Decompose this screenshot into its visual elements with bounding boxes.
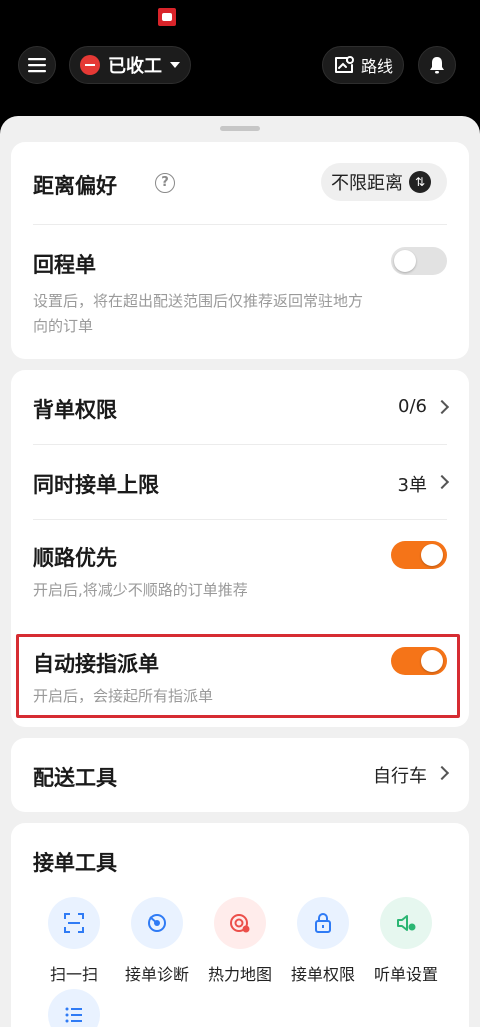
- settings-sheet: 距离偏好 ? 不限距离 ⇅ 回程单 设置后，将在超出配送范围后仅推荐返回常驻地方…: [0, 116, 480, 1027]
- route-priority-row: 顺路优先 开启后,将减少不顺路的订单推荐: [33, 520, 447, 624]
- distance-preference-selector[interactable]: 不限距离 ⇅: [321, 163, 447, 201]
- chevron-right-icon: [434, 399, 450, 415]
- list-icon: [48, 989, 100, 1027]
- notification-button[interactable]: [418, 46, 456, 84]
- delivery-tool-value: 自行车: [373, 766, 427, 787]
- tool-diagnosis[interactable]: 接单诊断: [117, 897, 197, 985]
- top-bar: 已收工 路线: [0, 0, 480, 118]
- return-order-row: 回程单 设置后，将在超出配送范围后仅推荐返回常驻地方 向的订单: [33, 225, 447, 359]
- max-concurrent-orders-title: 同时接单上限: [33, 473, 159, 497]
- toggle-knob: [421, 544, 443, 566]
- chevron-right-icon: [434, 474, 450, 490]
- tool-label: 听单设置: [373, 965, 438, 984]
- route-priority-toggle[interactable]: [391, 541, 447, 569]
- return-order-description-line1: 设置后，将在超出配送范围后仅推荐返回常驻地方: [33, 292, 364, 310]
- return-order-description-line2: 向的订单: [33, 317, 94, 335]
- tool-label: 热力地图: [207, 965, 272, 984]
- dropdown-arrow-icon: [170, 62, 180, 68]
- menu-button[interactable]: [18, 46, 56, 84]
- tool-listen-settings[interactable]: 听单设置: [366, 897, 446, 985]
- return-order-toggle[interactable]: [391, 247, 447, 275]
- chevron-right-icon: [434, 765, 450, 781]
- help-icon[interactable]: ?: [155, 173, 175, 193]
- delivery-tool-card: 配送工具 自行车: [11, 738, 469, 812]
- menu-icon: [28, 58, 46, 73]
- route-priority-title: 顺路优先: [33, 546, 117, 570]
- tool-label: 接单权限: [290, 965, 355, 984]
- scan-icon: [48, 897, 100, 949]
- sheet-drag-handle[interactable]: [220, 126, 260, 131]
- distance-preference-title: 距离偏好: [33, 174, 117, 198]
- order-tools-card: 接单工具 扫一扫 接单诊断 热力地图 接单权限 听单设置: [11, 823, 469, 1027]
- listen-settings-icon: [380, 897, 432, 949]
- lock-icon: [297, 897, 349, 949]
- diagnosis-icon: [131, 897, 183, 949]
- tool-heatmap[interactable]: 热力地图: [200, 897, 280, 985]
- delivery-tool-row[interactable]: 配送工具 自行车: [33, 738, 450, 812]
- carry-permission-row[interactable]: 背单权限 0/6: [33, 370, 450, 444]
- highlight-box: [16, 634, 460, 718]
- max-concurrent-orders-row[interactable]: 同时接单上限 3单: [33, 445, 450, 519]
- tool-scan[interactable]: 扫一扫: [34, 897, 114, 985]
- order-tools-title: 接单工具: [33, 851, 117, 875]
- swap-icon: ⇅: [409, 171, 431, 193]
- tool-permission[interactable]: 接单权限: [283, 897, 363, 985]
- max-concurrent-orders-value: 3单: [397, 475, 427, 496]
- tool-more[interactable]: [34, 989, 114, 1027]
- route-map-icon: [334, 56, 354, 73]
- distance-preference-value: 不限距离: [331, 173, 403, 194]
- work-status-label: 已收工: [108, 56, 162, 77]
- route-priority-description: 开启后,将减少不顺路的订单推荐: [33, 581, 248, 599]
- route-button[interactable]: 路线: [322, 46, 404, 84]
- carry-permission-value: 0/6: [398, 396, 427, 417]
- return-order-title: 回程单: [33, 253, 96, 277]
- route-label: 路线: [360, 57, 393, 76]
- tool-label: 接单诊断: [124, 965, 189, 984]
- app-notification-icon: [158, 8, 176, 26]
- tool-label: 扫一扫: [49, 965, 98, 984]
- distance-preference-row: 距离偏好 ? 不限距离 ⇅: [33, 142, 447, 224]
- toggle-knob: [394, 250, 416, 272]
- stop-status-icon: [80, 55, 100, 75]
- distance-settings-card: 距离偏好 ? 不限距离 ⇅ 回程单 设置后，将在超出配送范围后仅推荐返回常驻地方…: [11, 142, 469, 359]
- work-status-dropdown[interactable]: 已收工: [69, 46, 191, 84]
- carry-permission-title: 背单权限: [33, 398, 117, 422]
- heatmap-icon: [214, 897, 266, 949]
- bell-icon: [430, 57, 444, 74]
- delivery-tool-title: 配送工具: [33, 766, 117, 790]
